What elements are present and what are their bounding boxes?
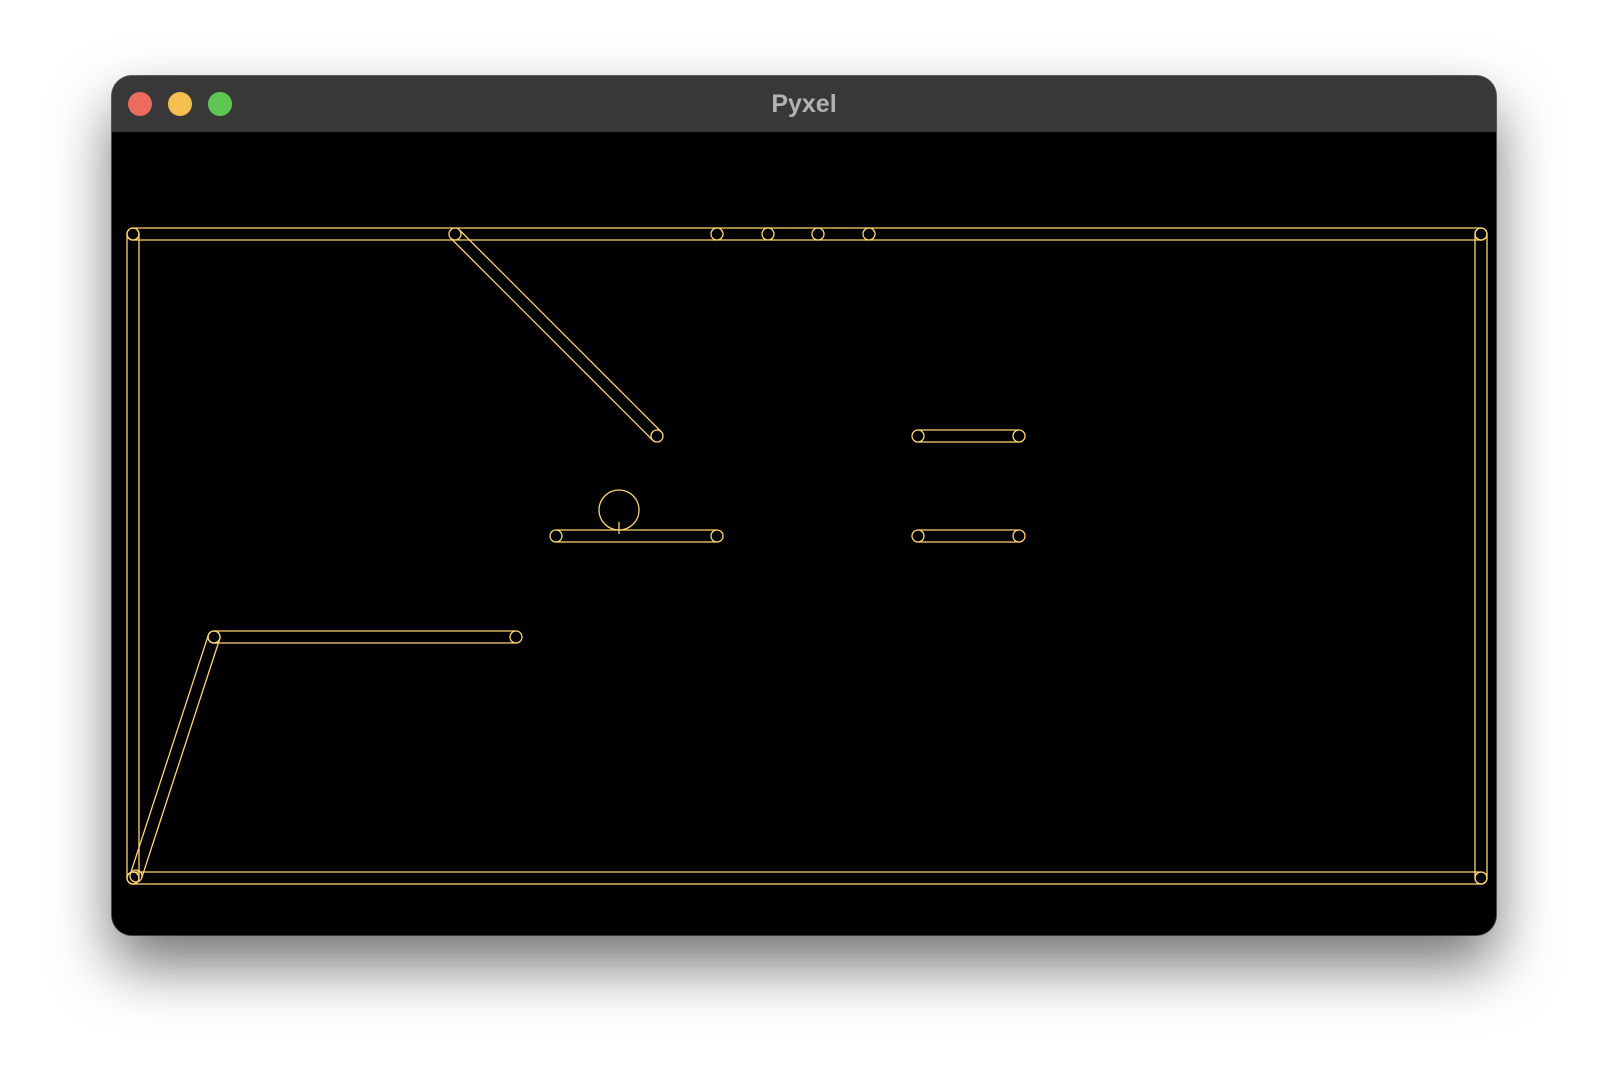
platform-right-upper [911,429,1026,443]
ledge-lower-left-end-b [509,630,523,644]
top-notch-marker-2 [761,227,775,241]
game-viewport[interactable] [112,132,1496,935]
frame-right-end-b [1474,871,1488,885]
diagonal-ramp-edge-b [458,229,662,433]
top-notch-marker-4 [862,227,876,241]
game-canvas[interactable] [112,132,1496,935]
frame-bottom [126,871,1488,885]
slope-lower-left-end-a [207,630,221,644]
window-title: Pyxel [771,90,837,118]
diagonal-ramp [448,227,664,443]
top-notch-marker-3 [811,227,825,241]
platform-right-lower [911,529,1026,543]
diagonal-ramp-end-b [650,429,664,443]
slope-lower-left-edge-a [129,634,209,875]
frame-right [1474,227,1488,885]
frame-right-end-a [1474,227,1488,241]
diagonal-ramp-end-a [448,227,462,241]
platform-center [549,529,724,543]
slope-lower-left-edge-b [141,638,221,879]
frame-left-end-a [126,227,140,241]
platform-right-upper-end-a [911,429,925,443]
diagonal-ramp-edge-a [450,237,654,441]
platform-center-end-b [710,529,724,543]
top-notch-marker-1 [710,227,724,241]
frame-left [126,227,140,885]
platform-right-lower-end-b [1012,529,1026,543]
ledge-lower-left [207,630,523,644]
platform-right-upper-end-b [1012,429,1026,443]
platform-right-lower-end-a [911,529,925,543]
frame-top [126,227,1488,241]
title-bar[interactable]: Pyxel [112,76,1496,133]
app-window: Pyxel [112,76,1496,935]
slope-lower-left [129,630,221,883]
platform-center-end-a [549,529,563,543]
